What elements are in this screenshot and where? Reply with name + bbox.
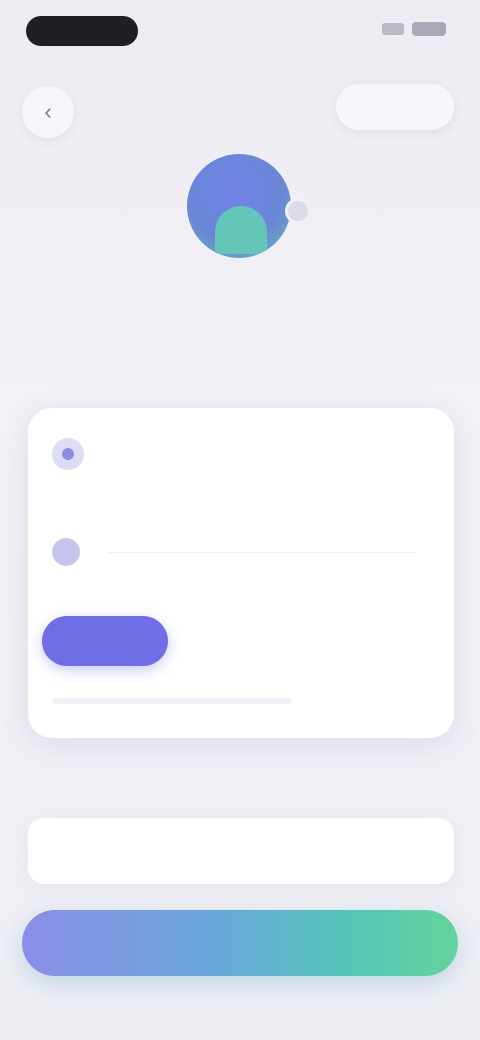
card-note xyxy=(52,690,432,704)
settings-card xyxy=(28,408,454,738)
back-button[interactable]: ‹ xyxy=(22,86,74,138)
user-avatar-icon xyxy=(215,206,267,254)
segmented-control xyxy=(42,616,440,666)
tab-option-1[interactable] xyxy=(42,616,168,666)
primary-action-button[interactable] xyxy=(22,910,458,976)
avatar-container[interactable] xyxy=(175,150,311,260)
status-time xyxy=(26,16,138,46)
status-bar xyxy=(0,0,480,60)
status-icons xyxy=(382,22,446,36)
save-button[interactable] xyxy=(336,84,454,130)
signal-icon xyxy=(382,23,404,35)
card-note-line xyxy=(52,698,292,704)
card-header-icon xyxy=(52,438,84,470)
tab-option-3[interactable] xyxy=(304,616,440,666)
row-divider xyxy=(108,551,416,553)
profile-header xyxy=(0,150,480,282)
card-header xyxy=(52,430,102,470)
text-input[interactable] xyxy=(28,818,454,884)
card-row[interactable] xyxy=(52,530,430,574)
chevron-left-icon: ‹ xyxy=(44,99,52,124)
top-nav: ‹ xyxy=(0,78,480,138)
battery-icon xyxy=(412,22,446,36)
avatar[interactable] xyxy=(187,154,291,258)
tab-option-2[interactable] xyxy=(168,616,304,666)
row-icon xyxy=(52,538,80,566)
text-input-field[interactable] xyxy=(28,818,454,884)
camera-icon[interactable] xyxy=(285,198,311,224)
